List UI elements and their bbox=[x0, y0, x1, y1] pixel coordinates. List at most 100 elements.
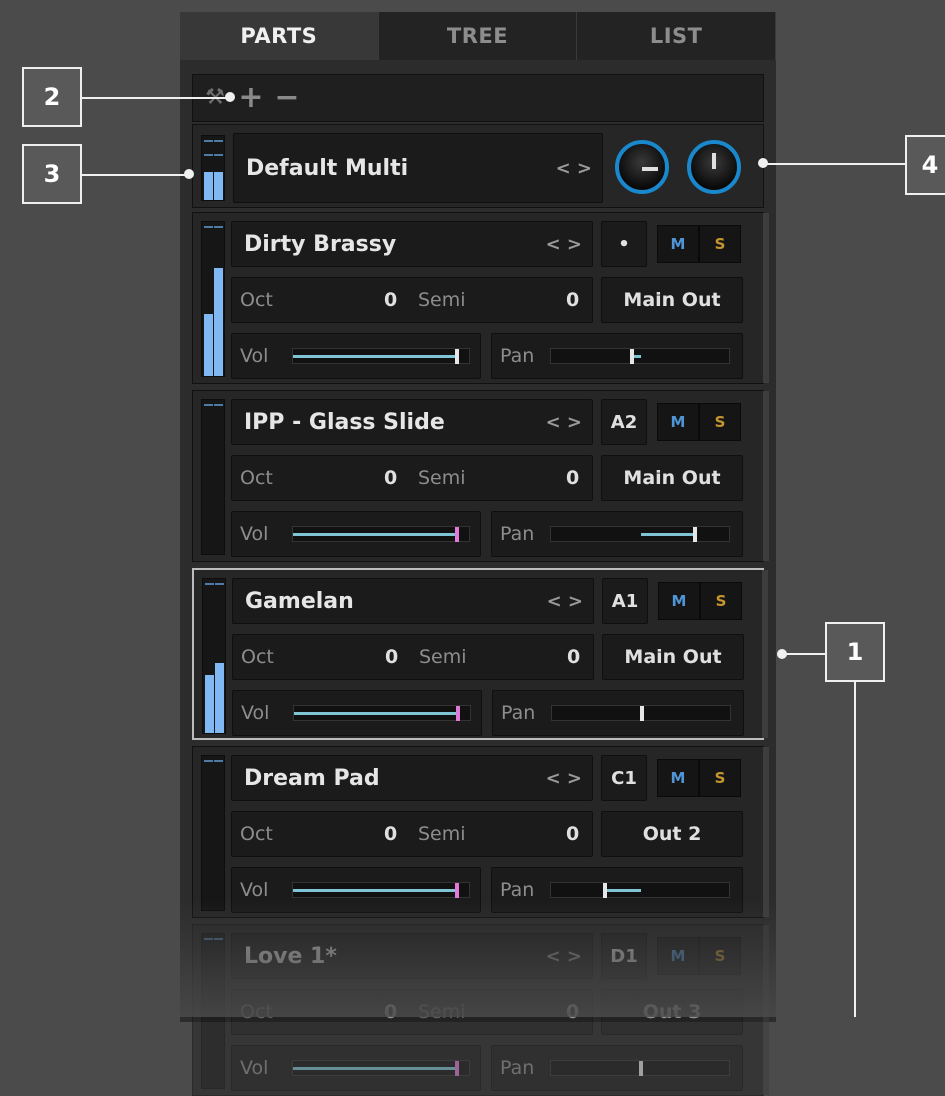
volume-control: Vol bbox=[231, 867, 481, 913]
midi-channel-field[interactable]: D1 bbox=[601, 933, 647, 979]
part-name-field[interactable]: Dream Pad < > bbox=[231, 755, 593, 801]
oct-label: Oct bbox=[240, 289, 273, 311]
output-select[interactable]: Main Out bbox=[602, 634, 744, 680]
volume-slider[interactable] bbox=[292, 348, 470, 364]
pan-slider[interactable] bbox=[550, 526, 730, 542]
multi-pan-knob[interactable] bbox=[687, 140, 741, 194]
oct-value[interactable]: 0 bbox=[384, 289, 397, 311]
semi-value[interactable]: 0 bbox=[566, 289, 579, 311]
pan-control: Pan bbox=[491, 1045, 743, 1091]
callout-3: 3 bbox=[22, 144, 82, 204]
minus-icon[interactable]: − bbox=[273, 83, 301, 113]
part-prev-next-arrows[interactable]: < > bbox=[546, 412, 582, 433]
part-name: Dirty Brassy bbox=[244, 231, 397, 257]
part-row[interactable]: IPP - Glass Slide < > A2 M S Oct 0 Semi … bbox=[192, 390, 769, 562]
part-row[interactable]: Dream Pad < > C1 M S Oct 0 Semi 0 Out 2 … bbox=[192, 746, 769, 918]
pan-slider[interactable] bbox=[550, 348, 730, 364]
volume-control: Vol bbox=[231, 333, 481, 379]
part-row[interactable]: Gamelan < > A1 M S Oct 0 Semi 0 Main Out… bbox=[192, 568, 768, 740]
volume-slider[interactable] bbox=[292, 526, 470, 542]
pan-slider[interactable] bbox=[551, 705, 731, 721]
part-name: Love 1* bbox=[244, 943, 337, 969]
plus-icon[interactable]: + bbox=[237, 83, 265, 113]
oct-value[interactable]: 0 bbox=[384, 823, 397, 845]
output-select[interactable]: Main Out bbox=[601, 455, 743, 501]
mute-button[interactable]: M bbox=[657, 403, 699, 441]
part-name-field[interactable]: Dirty Brassy < > bbox=[231, 221, 593, 267]
pan-control: Pan bbox=[492, 690, 744, 736]
part-row[interactable]: Dirty Brassy < > • M S Oct 0 Semi 0 Main… bbox=[192, 212, 769, 384]
mute-button[interactable]: M bbox=[657, 225, 699, 263]
solo-button[interactable]: S bbox=[699, 937, 741, 975]
part-row[interactable]: Love 1* < > D1 M S Oct 0 Semi 0 Out 3 Vo… bbox=[192, 924, 769, 1096]
semi-value[interactable]: 0 bbox=[566, 467, 579, 489]
oct-value[interactable]: 0 bbox=[385, 646, 398, 668]
volume-control: Vol bbox=[232, 690, 482, 736]
semi-label: Semi bbox=[418, 823, 466, 845]
pan-control: Pan bbox=[491, 867, 743, 913]
multi-level-meter bbox=[201, 135, 225, 201]
volume-control: Vol bbox=[231, 1045, 481, 1091]
semi-value[interactable]: 0 bbox=[566, 823, 579, 845]
part-level-meter bbox=[202, 578, 226, 734]
oct-value[interactable]: 0 bbox=[384, 467, 397, 489]
output-select[interactable]: Out 2 bbox=[601, 811, 743, 857]
part-name-field[interactable]: Love 1* < > bbox=[231, 933, 593, 979]
pan-label: Pan bbox=[501, 702, 536, 724]
parts-panel: PARTS TREE LIST ⚒ + − Default Multi < > … bbox=[180, 12, 777, 1096]
callout-4: 4 bbox=[905, 135, 945, 195]
tab-list[interactable]: LIST bbox=[577, 12, 777, 60]
solo-button[interactable]: S bbox=[699, 225, 741, 263]
part-prev-next-arrows[interactable]: < > bbox=[547, 591, 583, 612]
vol-label: Vol bbox=[240, 1057, 269, 1079]
semi-label: Semi bbox=[418, 289, 466, 311]
part-prev-next-arrows[interactable]: < > bbox=[546, 946, 582, 967]
semi-label: Semi bbox=[419, 646, 467, 668]
midi-channel-field[interactable]: A1 bbox=[602, 578, 648, 624]
mute-button[interactable]: M bbox=[658, 582, 700, 620]
callout-1: 1 bbox=[825, 622, 885, 682]
pan-slider[interactable] bbox=[550, 882, 730, 898]
part-level-meter bbox=[201, 933, 225, 1089]
volume-slider[interactable] bbox=[292, 1060, 470, 1076]
part-edge bbox=[763, 925, 769, 1095]
part-edge bbox=[763, 747, 769, 917]
volume-control: Vol bbox=[231, 511, 481, 557]
multi-name-field[interactable]: Default Multi < > bbox=[233, 133, 603, 203]
part-prev-next-arrows[interactable]: < > bbox=[546, 768, 582, 789]
midi-channel-field[interactable]: • bbox=[601, 221, 647, 267]
solo-button[interactable]: S bbox=[699, 759, 741, 797]
tab-tree[interactable]: TREE bbox=[378, 12, 578, 60]
oct-semi-field[interactable]: Oct 0 Semi 0 bbox=[231, 811, 593, 857]
oct-value[interactable]: 0 bbox=[384, 1001, 397, 1023]
oct-semi-field[interactable]: Oct 0 Semi 0 bbox=[231, 989, 593, 1035]
volume-slider[interactable] bbox=[293, 705, 471, 721]
multi-volume-knob[interactable] bbox=[615, 140, 669, 194]
volume-slider[interactable] bbox=[292, 882, 470, 898]
part-name-field[interactable]: IPP - Glass Slide < > bbox=[231, 399, 593, 445]
oct-semi-field[interactable]: Oct 0 Semi 0 bbox=[231, 277, 593, 323]
solo-button[interactable]: S bbox=[699, 403, 741, 441]
semi-value[interactable]: 0 bbox=[567, 646, 580, 668]
mute-button[interactable]: M bbox=[657, 759, 699, 797]
part-edge bbox=[763, 391, 769, 561]
mute-button[interactable]: M bbox=[657, 937, 699, 975]
part-name-field[interactable]: Gamelan < > bbox=[232, 578, 594, 624]
multi-prev-next-arrows[interactable]: < > bbox=[556, 158, 592, 179]
part-prev-next-arrows[interactable]: < > bbox=[546, 234, 582, 255]
midi-channel-field[interactable]: A2 bbox=[601, 399, 647, 445]
output-select[interactable]: Out 3 bbox=[601, 989, 743, 1035]
tab-parts[interactable]: PARTS bbox=[180, 12, 379, 60]
midi-channel-field[interactable]: C1 bbox=[601, 755, 647, 801]
oct-semi-field[interactable]: Oct 0 Semi 0 bbox=[232, 634, 594, 680]
pan-slider[interactable] bbox=[550, 1060, 730, 1076]
part-edge bbox=[763, 213, 769, 383]
part-name: IPP - Glass Slide bbox=[244, 409, 445, 435]
solo-button[interactable]: S bbox=[700, 582, 742, 620]
semi-label: Semi bbox=[418, 467, 466, 489]
output-select[interactable]: Main Out bbox=[601, 277, 743, 323]
semi-value[interactable]: 0 bbox=[566, 1001, 579, 1023]
oct-label: Oct bbox=[241, 646, 274, 668]
pan-control: Pan bbox=[491, 511, 743, 557]
oct-semi-field[interactable]: Oct 0 Semi 0 bbox=[231, 455, 593, 501]
